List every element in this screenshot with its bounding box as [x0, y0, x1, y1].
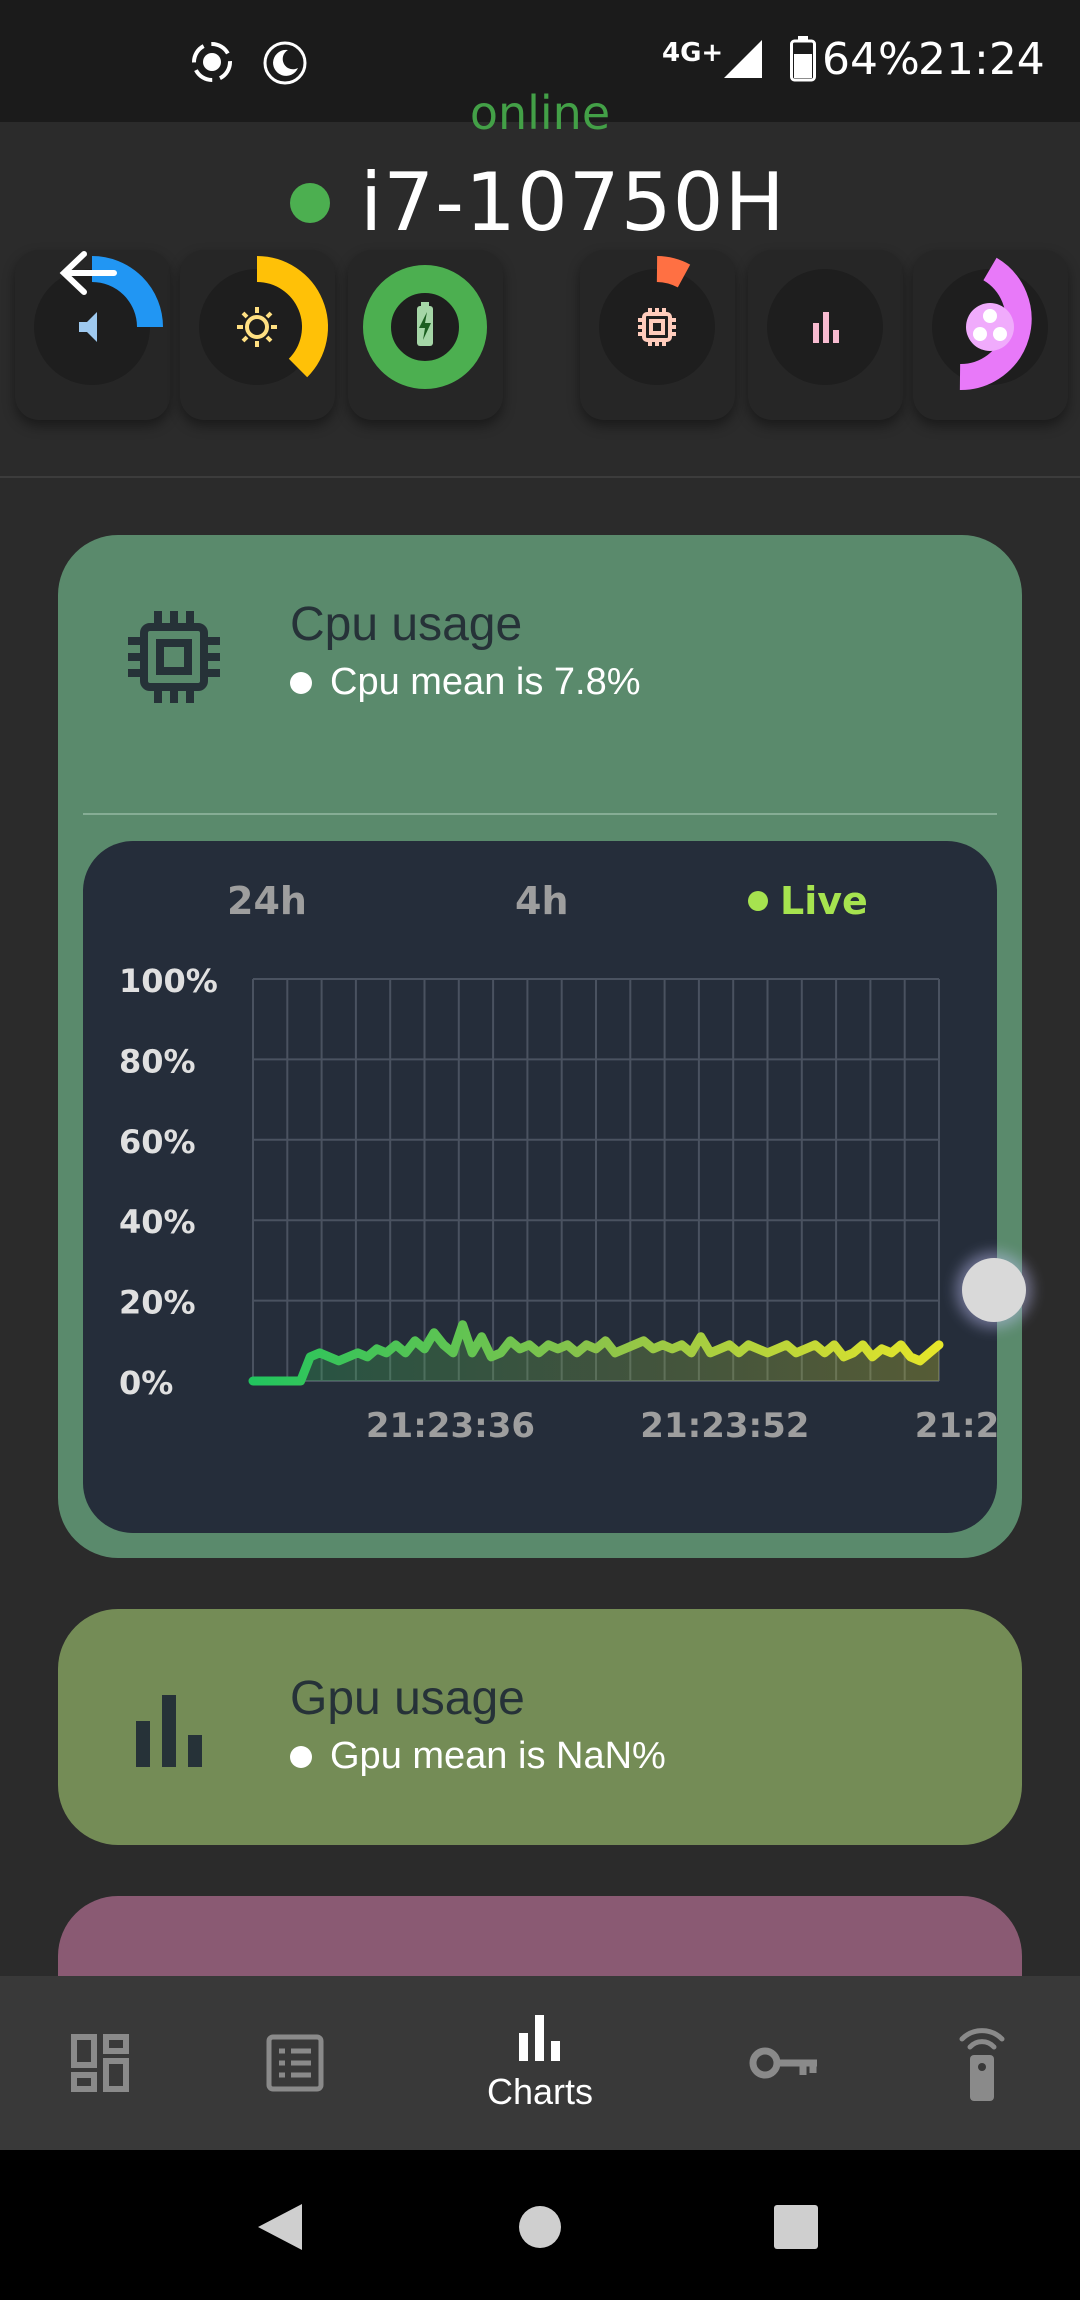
card-divider	[83, 813, 997, 815]
network-type: 4G+	[662, 38, 724, 68]
do-not-disturb-moon-icon	[263, 41, 307, 85]
bullet-dot	[290, 671, 312, 694]
system-navigation-bar	[0, 2150, 1080, 2300]
bottom-navigation: Charts	[0, 1976, 1080, 2150]
cpu-gauge[interactable]	[580, 250, 735, 420]
bullet-dot	[290, 1745, 312, 1768]
scroll-handle[interactable]	[962, 1258, 1026, 1322]
cpu-icon	[128, 611, 220, 703]
screen-record-icon	[192, 42, 232, 82]
brightness-gauge[interactable]	[180, 250, 335, 420]
cpu-card-subtitle: Cpu mean is 7.8%	[290, 661, 641, 704]
y-tick-label: 80%	[119, 1042, 196, 1080]
gpu-gauge[interactable]	[748, 250, 903, 420]
back-arrow-icon[interactable]	[58, 248, 118, 298]
online-indicator	[290, 182, 330, 223]
back-triangle-icon[interactable]	[256, 2202, 304, 2252]
list-icon	[266, 2034, 324, 2092]
clock: 21:24	[918, 34, 1045, 85]
y-tick-label: 60%	[119, 1123, 196, 1161]
recents-square-icon[interactable]	[773, 2204, 819, 2250]
battery-icon	[790, 36, 816, 82]
battery-gauge[interactable]	[348, 250, 503, 420]
cpu-mean-text: Cpu mean is 7.8%	[330, 661, 641, 703]
nav-charts-label: Charts	[486, 2071, 594, 2112]
home-circle-icon[interactable]	[517, 2204, 563, 2250]
x-tick-label: 21:23:36	[366, 1406, 535, 1446]
charts-icon	[519, 2015, 560, 2061]
nav-dashboard[interactable]	[60, 1976, 140, 2150]
device-title: i7-10750H	[290, 156, 786, 249]
x-tick-label: 21:23:52	[640, 1406, 809, 1446]
y-tick-label: 20%	[119, 1284, 196, 1322]
connection-status: online	[469, 86, 611, 140]
gpu-usage-card[interactable]: Gpu usage Gpu mean is NaN%	[58, 1609, 1022, 1845]
cpu-usage-chart: 100% 80% 60% 40% 20% 0% 21:23:36 21:23:52 21:24:…	[119, 962, 997, 1446]
cpu-chart-panel: 24h 4h Live 100% 80% 60% 40% 20% 0% 21:23:36 21…	[83, 841, 997, 1533]
cpu-card-title: Cpu usage	[290, 598, 523, 651]
nav-remote[interactable]	[942, 1976, 1022, 2150]
gpu-card-title: Gpu usage	[290, 1672, 525, 1725]
cpu-usage-card[interactable]: Cpu usage Cpu mean is 7.8% 24h 4h Live 1…	[58, 535, 1022, 1558]
battery-percent: 64%	[822, 34, 920, 85]
gpu-bars-icon	[136, 1695, 202, 1767]
y-tick-label: 40%	[119, 1203, 196, 1241]
x-tick-label: 21:24:08	[915, 1406, 997, 1446]
nav-keys[interactable]	[745, 1976, 825, 2150]
y-tick-label: 100%	[119, 962, 218, 1000]
nav-charts[interactable]: Charts	[470, 1976, 610, 2150]
key-icon	[749, 2047, 817, 2079]
dashboard-icon	[71, 2034, 129, 2092]
battery-charging-icon	[417, 302, 433, 346]
nav-list[interactable]	[255, 1976, 335, 2150]
gpu-card-subtitle: Gpu mean is NaN%	[290, 1735, 666, 1778]
device-name: i7-10750H	[360, 156, 786, 249]
ram-gauge[interactable]	[913, 250, 1068, 420]
header-divider	[0, 476, 1080, 478]
remote-icon	[959, 2028, 1005, 2101]
signal-icon	[724, 40, 762, 78]
gpu-mean-text: Gpu mean is NaN%	[330, 1735, 666, 1777]
y-tick-label: 0%	[119, 1364, 173, 1402]
ram-dots-icon	[966, 303, 1014, 351]
